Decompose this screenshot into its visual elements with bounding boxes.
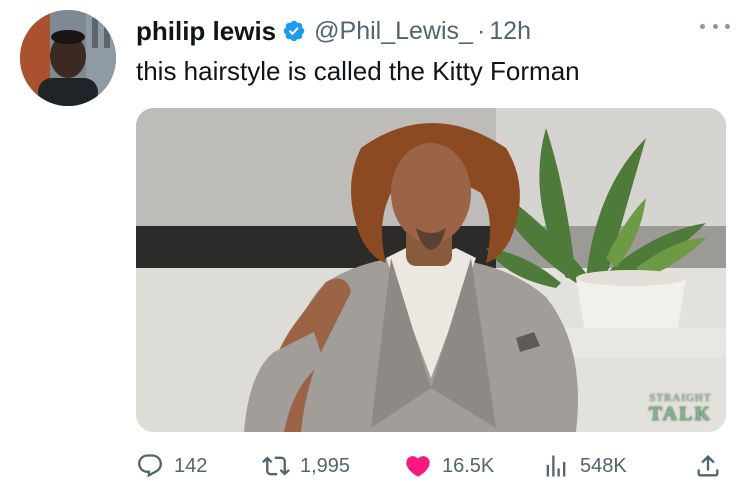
tweet-header: philip lewis @Phil_Lewis_ · 12h [136,14,531,48]
reply-button[interactable]: 142 [136,446,207,486]
media-photo [136,108,726,432]
like-count: 16.5K [442,454,495,477]
more-dot [725,23,730,29]
views-count: 548K [580,454,627,477]
avatar-image [20,10,116,106]
more-dot [700,23,705,29]
share-icon [697,455,719,477]
avatar[interactable] [20,10,116,106]
reply-icon [138,454,162,478]
views-button[interactable]: 548K [542,446,627,486]
share-button[interactable] [694,446,732,486]
tweet-media-image[interactable]: STRAIGHT TALK [136,108,726,432]
tweet-actions: 142 1,995 16.5K 548K [136,446,726,486]
more-dot [712,23,718,29]
retweet-button[interactable]: 1,995 [262,446,350,486]
media-watermark: STRAIGHT TALK [648,393,712,425]
tweet-timestamp[interactable]: 12h [489,17,531,46]
tweet-text: this hairstyle is called the Kitty Forma… [136,56,580,86]
more-icon[interactable] [700,20,730,32]
retweet-count: 1,995 [300,454,351,477]
author-name[interactable]: philip lewis [136,16,276,47]
verified-badge-icon[interactable] [282,19,306,43]
like-icon [406,456,430,477]
reply-count: 142 [174,454,208,477]
views-icon [546,455,566,477]
retweet-icon [262,456,290,476]
watermark-bottom: TALK [648,403,712,425]
author-handle[interactable]: @Phil_Lewis_ [314,17,473,46]
like-button[interactable]: 16.5K [404,446,494,486]
header-separator: · [476,16,486,45]
